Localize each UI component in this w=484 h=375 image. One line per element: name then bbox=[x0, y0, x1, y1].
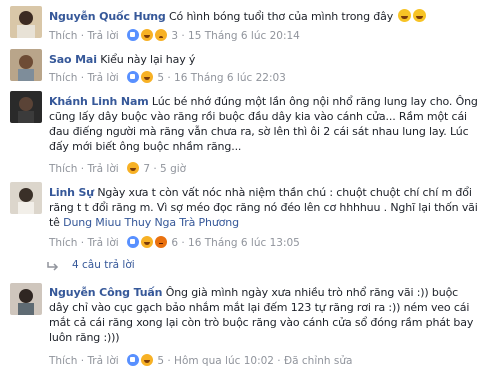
comment-body: Nguyễn Công Tuấn Ông già mình ngày xưa n… bbox=[49, 285, 478, 345]
comment-meta: Thích · Trả lời 7 · 5 giờ bbox=[49, 161, 186, 178]
author-name[interactable]: Sao Mai bbox=[49, 53, 97, 66]
reactions[interactable] bbox=[126, 353, 154, 370]
comment-meta: Thích · Trả lời 3 · 15 Tháng 6 lúc 20:14 bbox=[49, 28, 300, 45]
avatar[interactable] bbox=[10, 283, 42, 315]
reaction-count[interactable]: 5 bbox=[157, 355, 164, 367]
avatar[interactable] bbox=[10, 49, 42, 81]
author-name[interactable]: Khánh Linh Nam bbox=[49, 95, 149, 108]
like-reaction-icon bbox=[126, 235, 140, 249]
sad-reaction-icon bbox=[154, 28, 168, 42]
like-link[interactable]: Thích bbox=[49, 72, 77, 84]
reply-link[interactable]: Trả lời bbox=[87, 237, 118, 249]
author-name[interactable]: Nguyễn Quốc Hưng bbox=[49, 10, 166, 23]
author-name[interactable]: Linh Sự bbox=[49, 186, 94, 199]
reaction-count[interactable]: 3 bbox=[171, 30, 178, 42]
haha-reaction-icon bbox=[140, 28, 154, 42]
reaction-count[interactable]: 7 bbox=[143, 163, 150, 175]
avatar[interactable] bbox=[10, 182, 42, 214]
timestamp[interactable]: 16 Tháng 6 lúc 22:03 bbox=[174, 72, 286, 84]
comment-body: Khánh Linh Nam Lúc bé nhớ đúng một lần ô… bbox=[49, 94, 478, 154]
haha-reaction-icon bbox=[140, 235, 154, 249]
author-name[interactable]: Nguyễn Công Tuấn bbox=[49, 286, 163, 299]
reactions[interactable] bbox=[126, 28, 168, 45]
laugh-emoji-icon bbox=[398, 9, 412, 22]
reply-link[interactable]: Trả lời bbox=[87, 72, 118, 84]
comment-meta: Thích · Trả lời 6 · 16 Tháng 6 lúc 13:05 bbox=[49, 235, 300, 252]
like-link[interactable]: Thích bbox=[49, 163, 77, 175]
haha-reaction-icon bbox=[140, 353, 154, 367]
avatar[interactable] bbox=[10, 6, 42, 38]
like-link[interactable]: Thích bbox=[49, 30, 77, 42]
reply-link[interactable]: Trả lời bbox=[87, 355, 118, 367]
reaction-count[interactable]: 5 bbox=[157, 72, 164, 84]
timestamp[interactable]: 15 Tháng 6 lúc 20:14 bbox=[188, 30, 300, 42]
reactions[interactable] bbox=[126, 70, 154, 87]
reactions[interactable] bbox=[126, 235, 168, 252]
tagged-users[interactable]: Dung Miuu Thuy Nga Trà Phương bbox=[63, 216, 239, 229]
view-replies-link[interactable]: 4 câu trả lời bbox=[72, 259, 135, 271]
like-reaction-icon bbox=[126, 353, 140, 367]
laugh-emoji-icon bbox=[413, 9, 427, 22]
timestamp[interactable]: Hôm qua lúc 10:02 bbox=[174, 355, 274, 367]
avatar[interactable] bbox=[10, 91, 42, 123]
comment-text: Kiểu này lại hay ý bbox=[100, 53, 196, 66]
haha-reaction-icon bbox=[126, 161, 140, 175]
like-link[interactable]: Thích bbox=[49, 237, 77, 249]
reply-arrow-icon bbox=[47, 262, 59, 271]
reply-link[interactable]: Trả lời bbox=[87, 163, 118, 175]
angry-reaction-icon bbox=[154, 235, 168, 249]
timestamp[interactable]: 16 Tháng 6 lúc 13:05 bbox=[188, 237, 300, 249]
comment-meta: Thích · Trả lời 5 · Hôm qua lúc 10:02 · … bbox=[49, 353, 352, 370]
comment-text: Có hình bóng tuổi thơ của mình trong đây bbox=[169, 10, 394, 23]
like-link[interactable]: Thích bbox=[49, 355, 77, 367]
comment-body: Linh Sự Ngày xưa t còn vất nóc nhà niệm … bbox=[49, 185, 478, 230]
reactions[interactable] bbox=[126, 161, 140, 178]
timestamp[interactable]: 5 giờ bbox=[160, 163, 186, 175]
reply-link[interactable]: Trả lời bbox=[87, 30, 118, 42]
comment-body: Sao Mai Kiểu này lại hay ý bbox=[49, 52, 478, 67]
like-reaction-icon bbox=[126, 70, 140, 84]
haha-reaction-icon bbox=[140, 70, 154, 84]
reaction-count[interactable]: 6 bbox=[171, 237, 178, 249]
edited-link[interactable]: Đã chỉnh sửa bbox=[284, 355, 352, 367]
comment-meta: Thích · Trả lời 5 · 16 Tháng 6 lúc 22:03 bbox=[49, 70, 286, 87]
comment-body: Nguyễn Quốc Hưng Có hình bóng tuổi thơ c… bbox=[49, 9, 478, 24]
like-reaction-icon bbox=[126, 28, 140, 42]
